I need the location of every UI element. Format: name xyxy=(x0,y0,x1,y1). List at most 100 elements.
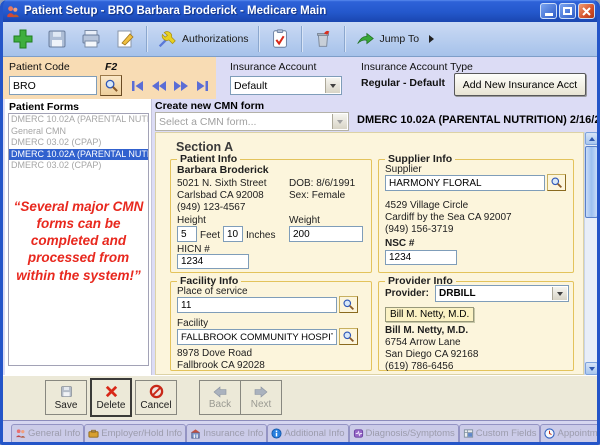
hicn-input[interactable] xyxy=(177,254,249,269)
feet-unit-label: Feet xyxy=(200,230,220,241)
first-record-button[interactable] xyxy=(130,80,146,92)
form-scrollbar[interactable] xyxy=(584,132,597,375)
section-a-title: Section A xyxy=(176,140,233,154)
provider-address1: 6754 Arrow Lane xyxy=(385,337,461,348)
patient-phone: (949) 123-4567 xyxy=(177,202,245,213)
cmn-form-header: DMERC 10.02A (PARENTAL NUTRITION) 2/16/2… xyxy=(357,114,600,126)
back-label: Back xyxy=(209,399,231,410)
jump-to-arrow-icon xyxy=(354,28,376,50)
patient-form-item[interactable]: DMERC 10.02A (PARENTAL NUTRITION) xyxy=(9,114,148,126)
cancel-label: Cancel xyxy=(140,400,171,411)
diagnosis-icon xyxy=(353,428,364,439)
trash-icon xyxy=(312,28,334,50)
jump-to-caret-icon xyxy=(429,35,434,43)
magnifier-icon xyxy=(104,78,119,93)
supplier-search-button[interactable] xyxy=(547,174,566,191)
facility-label: Facility xyxy=(177,318,208,329)
edit-button[interactable] xyxy=(109,24,141,54)
next-button[interactable]: Next xyxy=(240,380,282,415)
save-label: Save xyxy=(55,400,78,411)
provider-phone: (619) 786-6456 xyxy=(385,361,453,372)
custom-fields-grid-icon xyxy=(463,428,474,439)
patient-address1: 5021 N. Sixth Street xyxy=(177,178,267,189)
tab-label: Diagnosis/Symptoms xyxy=(366,428,455,439)
toolbar-separator xyxy=(258,26,259,52)
scroll-down-button[interactable] xyxy=(585,362,598,375)
patient-code-input[interactable] xyxy=(9,76,97,95)
last-record-button[interactable] xyxy=(194,80,210,92)
patient-sex: Sex: Female xyxy=(289,190,345,201)
cmn-form-select[interactable]: Select a CMN form... xyxy=(155,112,349,131)
height-inches-input[interactable] xyxy=(223,226,243,242)
cmn-form-panel: Section A Patient Info Barbara Broderick… xyxy=(155,132,584,375)
new-plus-icon xyxy=(11,27,35,51)
facility-search-button[interactable] xyxy=(339,328,358,345)
tasks-button[interactable] xyxy=(264,24,296,54)
close-button[interactable] xyxy=(578,3,595,19)
tab-label: Employer/Hold Info xyxy=(101,428,182,439)
jump-to-label: Jump To xyxy=(380,33,420,45)
patient-dob: DOB: 8/6/1991 xyxy=(289,178,355,189)
patient-form-item-selected[interactable]: DMERC 10.02A (PARENTAL NUTRITION) xyxy=(9,149,148,161)
patient-setup-window: Patient Setup - BRO Barbara Broderick - … xyxy=(0,0,600,445)
weight-input[interactable] xyxy=(289,226,363,242)
previous-record-button[interactable] xyxy=(150,80,168,92)
facility-address2: Fallbrook CA 92028 xyxy=(177,360,265,371)
place-of-service-search-button[interactable] xyxy=(339,296,358,313)
tab-additional-info[interactable]: Additional Info xyxy=(267,424,348,442)
title-bar[interactable]: Patient Setup - BRO Barbara Broderick - … xyxy=(0,0,600,22)
facility-input[interactable] xyxy=(177,329,337,345)
print-button[interactable] xyxy=(75,24,107,54)
patient-form-item[interactable]: DMERC 03.02 (CPAP) xyxy=(9,137,148,149)
insurance-account-label: Insurance Account xyxy=(230,61,316,73)
back-button[interactable]: Back xyxy=(199,380,241,415)
minimize-button[interactable] xyxy=(540,3,557,19)
patient-form-item[interactable]: General CMN xyxy=(9,126,148,138)
insurance-account-value: Default xyxy=(234,80,267,92)
supplier-info-fieldset: Supplier Info Supplier 4529 Village Circ… xyxy=(378,159,574,273)
add-new-insurance-acct-button[interactable]: Add New Insurance Acct xyxy=(454,73,586,96)
maximize-button[interactable] xyxy=(559,3,576,19)
tab-label: Insurance Info xyxy=(203,428,263,439)
tab-insurance-info[interactable]: Insurance Info xyxy=(186,424,267,442)
tab-diagnosis-symptoms[interactable]: Diagnosis/Symptoms xyxy=(349,424,459,442)
scrollbar-thumb[interactable] xyxy=(585,146,598,218)
provider-selected-chip[interactable]: Bill M. Netty, M.D. xyxy=(385,307,474,322)
nsc-input[interactable] xyxy=(385,250,457,265)
save-toolbar-button[interactable] xyxy=(41,24,73,54)
general-info-people-icon xyxy=(15,428,26,439)
tab-appointments[interactable]: Appointments xyxy=(540,424,597,442)
cmn-form-select-placeholder: Select a CMN form... xyxy=(159,116,256,128)
employer-briefcase-icon xyxy=(88,428,99,439)
patient-info-fieldset: Patient Info Barbara Broderick 5021 N. S… xyxy=(170,159,372,273)
provider-select-value: DRBILL xyxy=(439,288,476,299)
delete-button[interactable]: Delete xyxy=(90,378,132,417)
place-of-service-input[interactable] xyxy=(177,297,337,313)
scroll-up-button[interactable] xyxy=(585,132,598,145)
insurance-account-select[interactable]: Default xyxy=(230,76,342,95)
tab-employer-hold-info[interactable]: Employer/Hold Info xyxy=(84,424,186,442)
tab-custom-fields[interactable]: Custom Fields xyxy=(459,424,541,442)
delete-label: Delete xyxy=(97,400,126,411)
patient-search-button[interactable] xyxy=(100,75,122,96)
save-button[interactable]: Save xyxy=(45,380,87,415)
scroll-down-icon xyxy=(589,367,595,371)
supplier-label: Supplier xyxy=(385,164,422,175)
provider-info-fieldset: Provider Info Provider: DRBILL Bill M. N… xyxy=(378,281,574,371)
supplier-input[interactable] xyxy=(385,175,545,191)
cancel-button[interactable]: Cancel xyxy=(135,380,177,415)
jump-to-button[interactable]: Jump To xyxy=(350,24,439,54)
patient-forms-list[interactable]: DMERC 10.02A (PARENTAL NUTRITION) Genera… xyxy=(8,113,149,366)
facility-info-fieldset: Facility Info Place of service Facility … xyxy=(170,281,372,371)
height-feet-input[interactable] xyxy=(177,226,197,242)
facility-address1: 8978 Dove Road xyxy=(177,348,252,359)
dropdown-arrow-icon xyxy=(332,114,347,129)
authorizations-button[interactable]: Authorizations xyxy=(152,24,253,54)
tab-general-info[interactable]: General Info xyxy=(11,424,84,442)
provider-select[interactable]: DRBILL xyxy=(435,285,569,302)
new-button[interactable] xyxy=(7,24,39,54)
next-record-button[interactable] xyxy=(172,80,190,92)
place-of-service-label: Place of service xyxy=(177,286,248,297)
delete-toolbar-button[interactable] xyxy=(307,24,339,54)
patient-form-item[interactable]: DMERC 03.02 (CPAP) xyxy=(9,160,148,172)
